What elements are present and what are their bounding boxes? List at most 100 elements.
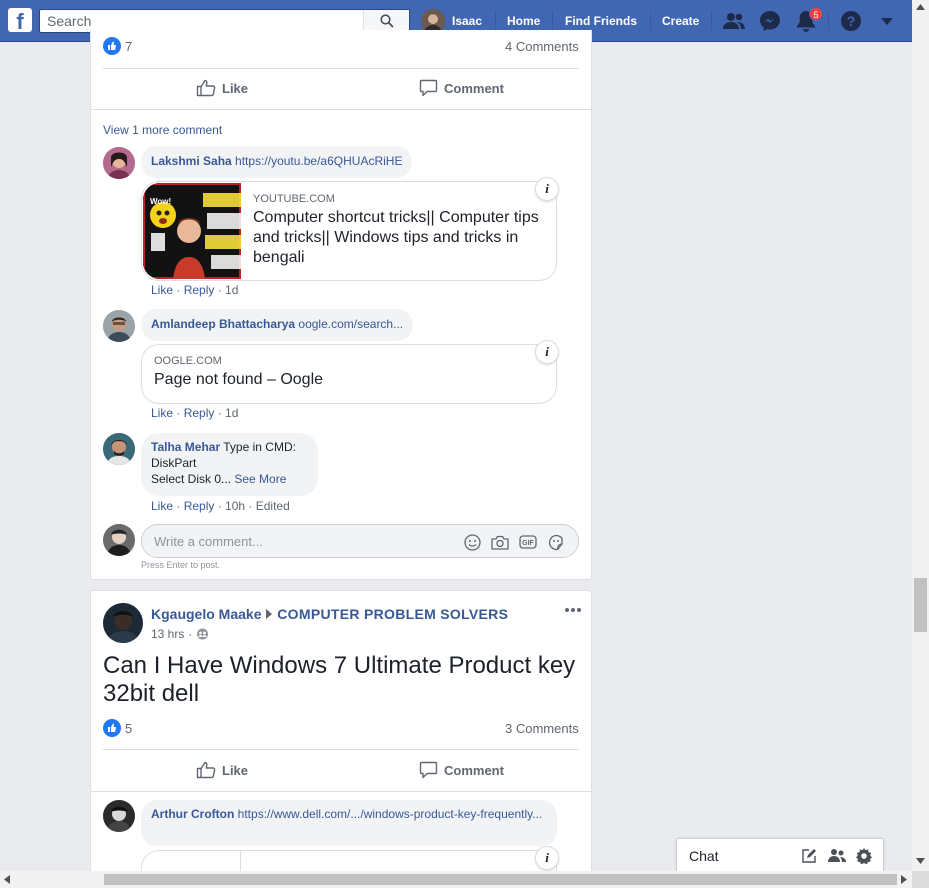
group-icon[interactable] [828,848,846,864]
comment-author[interactable]: Talha Mehar [151,440,220,454]
comment-composer: GIF [141,524,579,558]
comment-bubble: Arthur Crofton https://www.dell.com/.../… [141,800,557,846]
see-more-link[interactable]: See More [234,472,286,486]
camera-icon[interactable] [491,533,509,551]
comment-time[interactable]: 10h [225,499,245,513]
avatar[interactable] [103,524,135,556]
horizontal-scroll-thumb[interactable] [104,874,897,885]
comment-button[interactable]: Comment [419,756,504,784]
comment-bubble: Amlandeep Bhattacharya oogle.com/search.… [141,309,414,341]
vertical-scrollbar[interactable] [912,0,929,871]
comment-reply-link[interactable]: Reply [184,283,215,297]
preview-title: Page not found – Oogle [154,371,324,388]
info-icon[interactable]: i [535,340,559,364]
group-name[interactable]: COMPUTER PROBLEM SOLVERS [277,606,508,622]
comment-reply-link[interactable]: Reply [184,499,215,513]
vertical-scroll-thumb[interactable] [914,578,927,632]
chat-bar[interactable]: Chat [676,838,884,871]
preview-thumbnail: Wow! [143,183,241,279]
link-preview[interactable]: Wow! YOUTUBE.COM Computer shortcut trick… [141,181,557,281]
comment-label: Comment [444,762,504,778]
comment-link[interactable]: https://www.dell.com/.../windows-product… [238,807,543,821]
search-input[interactable] [40,10,360,32]
more-options-button[interactable] [564,602,582,616]
post-time[interactable]: 13 hrs [151,627,184,641]
comment-link[interactable]: https://youtu.be/a6QHUAcRiHE [235,154,402,168]
comment-time[interactable]: 1d [225,283,238,297]
avatar[interactable] [103,147,135,179]
reaction-count[interactable]: 5 [125,721,132,736]
facebook-logo[interactable]: f [8,8,32,32]
nav-divider [650,12,651,30]
preview-title: Computer shortcut tricks|| Computer tips… [253,209,539,266]
comment-label: Comment [444,80,504,96]
comment-icon [419,79,438,97]
like-label: Like [222,80,249,96]
link-preview[interactable]: OOGLE.COM Page not found – Oogle [141,344,557,404]
comment-text: Type in CMD: [223,440,296,454]
author-avatar[interactable] [103,603,143,643]
comment-author[interactable]: Lakshmi Saha [151,154,232,168]
scroll-down-arrow-icon[interactable] [916,858,925,864]
reaction-count[interactable]: 7 [125,39,132,54]
info-icon[interactable]: i [535,177,559,201]
comment-reply-link[interactable]: Reply [184,406,215,420]
comment-like-link[interactable]: Like [151,499,173,513]
scroll-right-arrow-icon[interactable] [901,875,907,884]
comments-count[interactable]: 3 Comments [505,721,579,736]
like-button[interactable]: Like [196,756,248,784]
comment-time[interactable]: 1d [225,406,238,420]
like-button[interactable]: Like [196,74,248,102]
comment-icon [419,761,438,779]
info-icon[interactable]: i [535,846,559,870]
gif-icon[interactable]: GIF [519,533,537,551]
avatar[interactable] [103,433,135,465]
comment-input[interactable] [142,525,442,557]
comment-link[interactable]: oogle.com/search... [298,317,403,331]
compose-icon[interactable] [801,848,817,864]
sticker-icon[interactable] [547,533,565,551]
scrollbar-corner [912,871,929,888]
comments-count[interactable]: 4 Comments [505,39,579,54]
emoji-icon[interactable] [463,533,481,551]
gear-icon[interactable] [856,848,872,864]
post-author[interactable]: Kgaugelo Maake [151,606,261,622]
messenger-icon[interactable] [758,9,782,33]
avatar[interactable] [103,800,135,832]
comment-actions: Like · Reply · 10h · Edited [151,499,290,513]
comment-actions: Like · Reply · 1d [151,283,239,297]
comment-button[interactable]: Comment [419,74,504,102]
divider [103,749,579,750]
edited-label[interactable]: Edited [256,499,290,513]
like-label: Like [222,762,249,778]
like-icon [196,761,216,779]
comment-author[interactable]: Arthur Crofton [151,807,234,821]
comment-text: Select Disk 0... [151,472,232,486]
svg-text:GIF: GIF [522,540,534,547]
caret-down-icon[interactable] [875,9,899,33]
comment-bubble: Talha Mehar Type in CMD: DiskPart Select… [141,433,318,496]
more-icon [565,608,581,612]
avatar[interactable] [103,310,135,342]
comment-actions: Like · Reply · 1d [151,406,239,420]
comment-like-link[interactable]: Like [151,283,173,297]
group-audience-icon [197,628,209,640]
comment-like-link[interactable]: Like [151,406,173,420]
divider [91,109,591,110]
view-more-comments-link[interactable]: View 1 more comment [103,123,222,137]
scroll-left-arrow-icon[interactable] [4,875,10,884]
nav-divider [495,12,496,30]
like-reaction-icon [103,719,121,737]
search-button[interactable] [363,10,409,32]
nav-divider [711,12,712,30]
post-header: Kgaugelo Maake COMPUTER PROBLEM SOLVERS [151,606,508,622]
divider [91,791,591,792]
thumbnail-text: Wow! [150,197,172,206]
friends-icon[interactable] [722,9,746,33]
nav-create[interactable]: Create [662,0,699,42]
scroll-up-arrow-icon[interactable] [916,4,925,10]
comment-author[interactable]: Amlandeep Bhattacharya [151,317,295,331]
help-icon[interactable]: ? [839,9,863,33]
chat-label: Chat [689,848,719,864]
preview-domain: OOGLE.COM [154,355,222,367]
